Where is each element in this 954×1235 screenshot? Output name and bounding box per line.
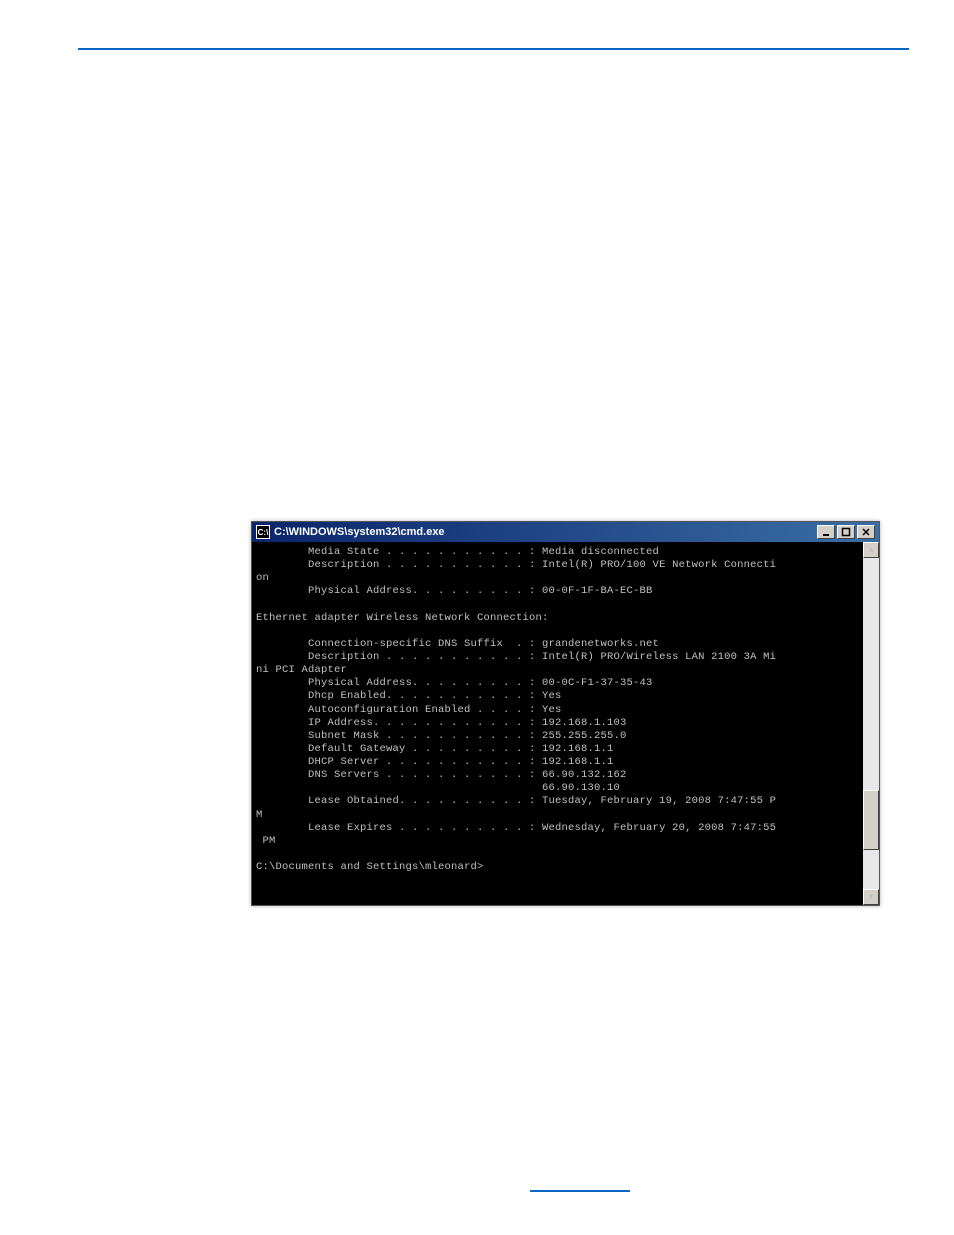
- scroll-up-button[interactable]: ▲: [863, 542, 879, 558]
- window-title: C:\WINDOWS\system32\cmd.exe: [274, 526, 445, 538]
- scroll-down-button[interactable]: ▼: [863, 889, 879, 905]
- cmd-window: C:\ C:\WINDOWS\system32\cmd.exe Media St…: [251, 521, 880, 906]
- cmd-icon: C:\: [256, 525, 270, 539]
- scroll-track[interactable]: [863, 558, 879, 889]
- vertical-scrollbar[interactable]: ▲ ▼: [863, 542, 879, 905]
- top-horizontal-rule: [78, 48, 909, 50]
- terminal-output: Media State . . . . . . . . . . . : Medi…: [252, 542, 879, 905]
- close-icon: [861, 527, 871, 537]
- bottom-link-underline: [530, 1190, 630, 1192]
- minimize-icon: [821, 527, 831, 537]
- scroll-thumb[interactable]: [863, 790, 879, 850]
- window-title-bar[interactable]: C:\ C:\WINDOWS\system32\cmd.exe: [252, 522, 879, 542]
- maximize-icon: [841, 527, 851, 537]
- close-button[interactable]: [857, 525, 875, 539]
- minimize-button[interactable]: [817, 525, 835, 539]
- maximize-button[interactable]: [837, 525, 855, 539]
